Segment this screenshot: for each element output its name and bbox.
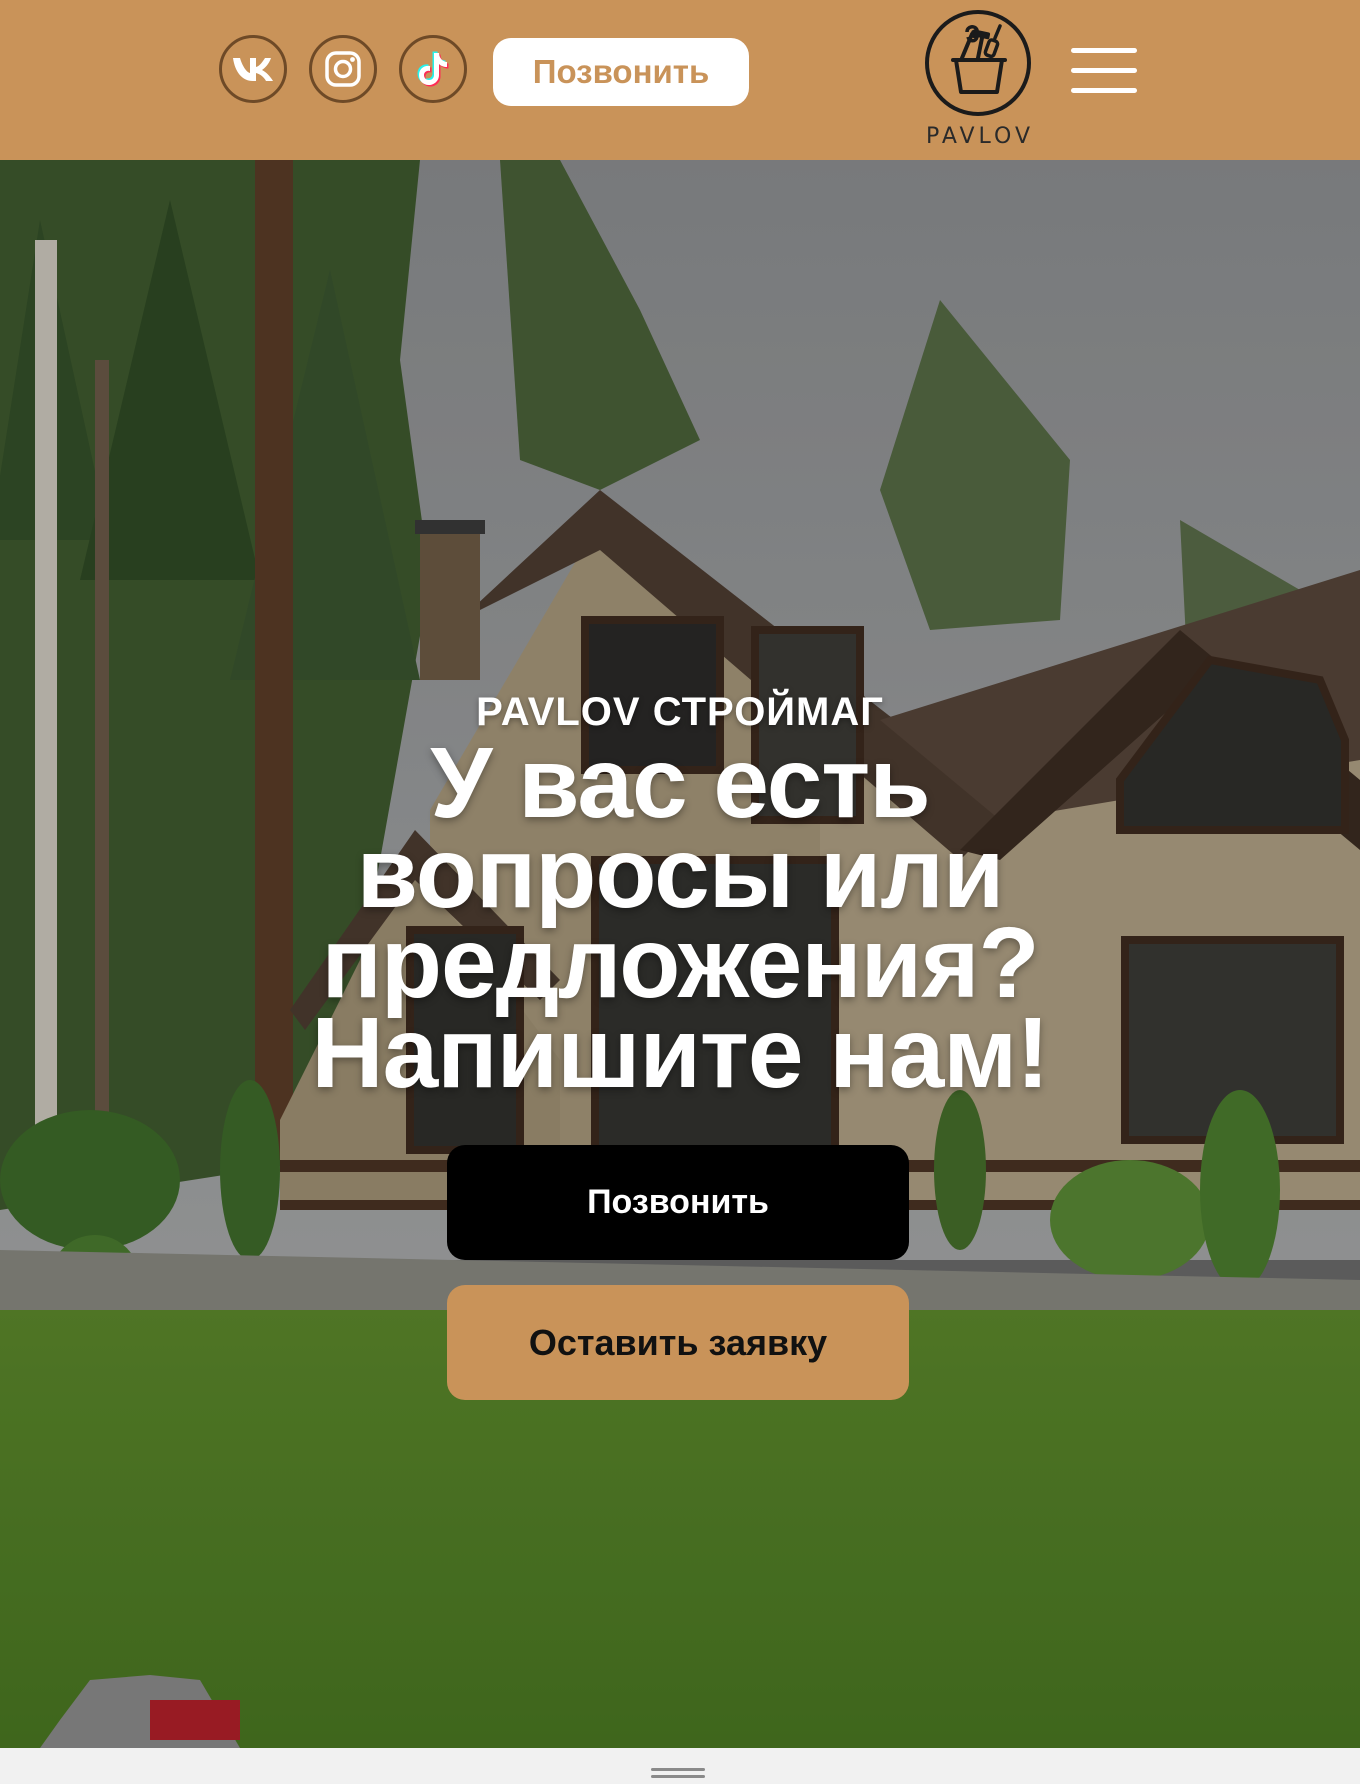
hero-title: У вас есть вопросы или предложения? Напи… [230,727,1130,1109]
tiktok-icon [417,51,449,87]
leave-request-button[interactable]: Оставить заявку [447,1285,909,1400]
hero-call-button[interactable]: Позвонить [447,1145,909,1260]
hero-title-line: У вас есть [430,727,931,839]
instagram-icon [325,51,361,87]
hero-title-line: вопросы или [356,817,1005,929]
pavlov-logo[interactable]: PAVLOV [920,6,1040,152]
menu-line [1071,68,1137,73]
header-call-button[interactable]: Позвонить [493,38,749,106]
handle-line [651,1775,705,1778]
hero-title-line: предложения? [321,907,1039,1019]
drag-handle-icon[interactable] [651,1768,705,1780]
tiktok-link[interactable] [399,35,467,103]
vk-icon [233,58,273,81]
page: Позвонить PAVLOV PAVLOV СТРОЙМАГ У вас е… [0,0,1360,1784]
hamburger-menu-icon[interactable] [1071,48,1137,96]
hero-section: PAVLOV СТРОЙМАГ У вас есть вопросы или п… [0,160,1360,1748]
bottom-sheet-bar [0,1748,1360,1784]
vk-link[interactable] [219,35,287,103]
site-header: Позвонить PAVLOV [0,0,1360,160]
tools-bucket-icon [951,24,1007,94]
menu-line [1071,88,1137,93]
hero-title-line: Напишите нам! [311,997,1049,1109]
instagram-link[interactable] [309,35,377,103]
handle-line [651,1768,705,1771]
logo-text: PAVLOV [925,124,1034,149]
menu-line [1071,48,1137,53]
